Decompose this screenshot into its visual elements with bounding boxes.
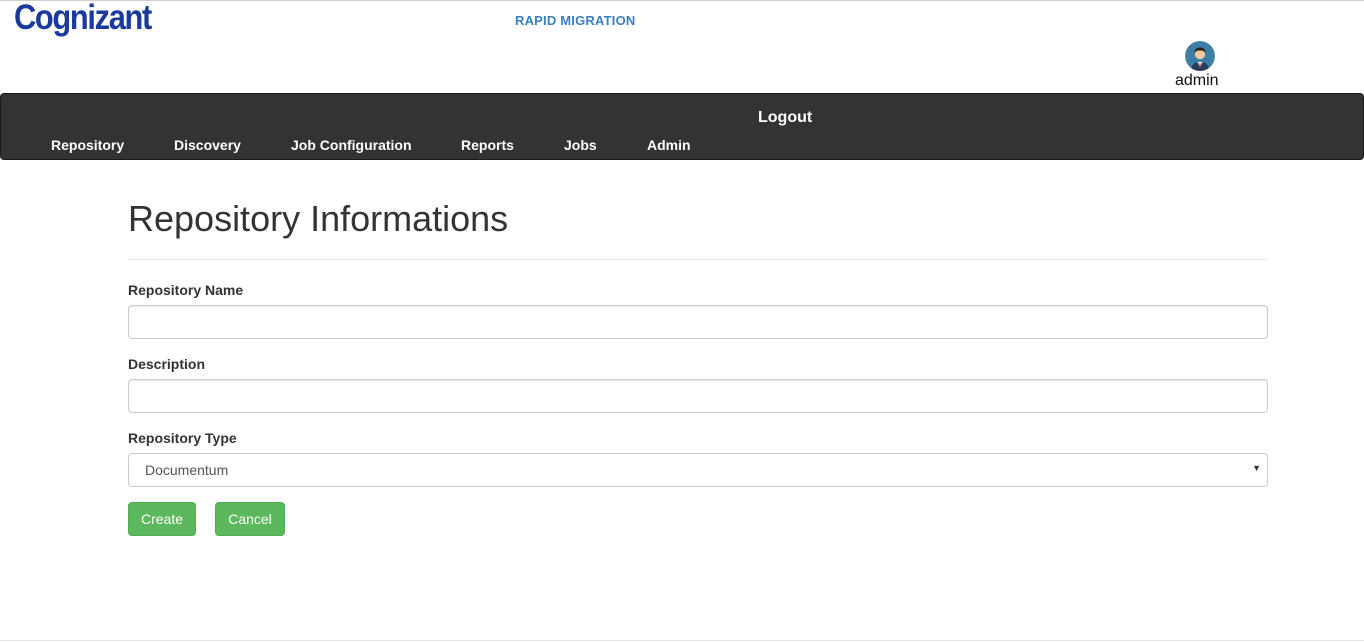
- repository-type-label: Repository Type: [128, 430, 237, 446]
- top-border: [0, 0, 1364, 1]
- repository-name-label: Repository Name: [128, 282, 244, 298]
- app-title: RAPID MIGRATION: [515, 13, 636, 28]
- create-button[interactable]: Create: [128, 502, 196, 536]
- cancel-button[interactable]: Cancel: [215, 502, 285, 536]
- main-navbar: Logout Repository Discovery Job Configur…: [0, 93, 1364, 160]
- nav-item-admin[interactable]: Admin: [647, 137, 691, 153]
- nav-item-jobs[interactable]: Jobs: [564, 137, 597, 153]
- footer-divider: [0, 640, 1364, 641]
- user-name: admin: [1175, 72, 1219, 89]
- description-label: Description: [128, 356, 206, 372]
- cognizant-logo: Cognizant: [14, 0, 152, 37]
- repository-type-selected-value: Documentum: [145, 462, 229, 478]
- title-divider: [128, 259, 1268, 260]
- repository-name-input[interactable]: [128, 305, 1268, 339]
- nav-item-reports[interactable]: Reports: [461, 137, 514, 153]
- nav-item-job-configuration[interactable]: Job Configuration: [291, 137, 412, 153]
- nav-item-repository[interactable]: Repository: [51, 137, 124, 153]
- user-avatar-icon[interactable]: [1185, 41, 1215, 71]
- page-title: Repository Informations: [128, 198, 509, 239]
- nav-item-discovery[interactable]: Discovery: [174, 137, 241, 153]
- repository-type-select[interactable]: Documentum ▼: [128, 453, 1268, 487]
- logout-link[interactable]: Logout: [758, 109, 812, 127]
- caret-down-icon: ▼: [1252, 463, 1261, 473]
- description-input[interactable]: [128, 379, 1268, 413]
